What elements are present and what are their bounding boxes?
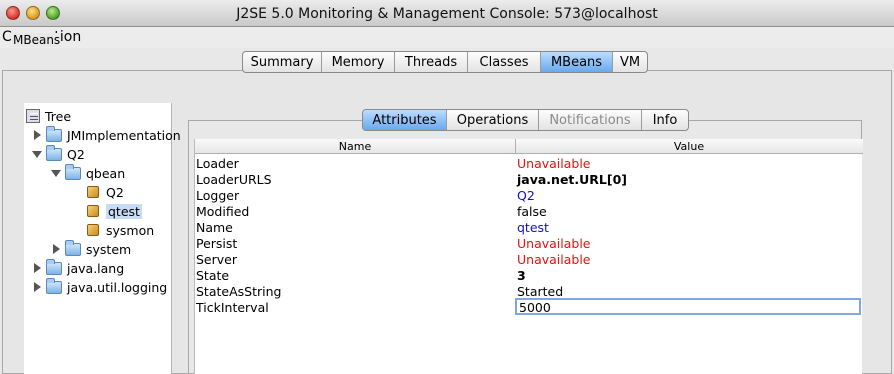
attribute-name: Persist: [196, 236, 238, 251]
menu-bar: Connection: [0, 27, 894, 48]
expand-triangle-icon[interactable]: [32, 282, 42, 292]
folder-icon: [46, 258, 62, 275]
tree-node-java-lang[interactable]: java.lang: [32, 258, 125, 277]
attribute-value[interactable]: Q2: [517, 188, 535, 203]
table-row[interactable]: Modified false: [195, 203, 863, 219]
folder-icon: [46, 277, 62, 294]
tab-info[interactable]: Info: [642, 110, 688, 130]
attribute-name: TickInterval: [196, 300, 269, 315]
table-row[interactable]: TickInterval 5000: [195, 298, 863, 315]
window-title: J2SE 5.0 Monitoring & Management Console…: [236, 6, 658, 22]
folder-icon: [46, 125, 62, 142]
table-row[interactable]: State 3: [195, 267, 863, 283]
mbeans-panel-label: MBeans: [12, 33, 62, 47]
tree-node-jmimplementation[interactable]: JMImplementation: [32, 125, 181, 144]
tree-node-q2[interactable]: Q2: [32, 144, 85, 163]
attribute-value[interactable]: java.net.URL[0]: [517, 172, 627, 187]
tree-node-label: sysmon: [106, 222, 155, 238]
table-row[interactable]: LoaderURLS java.net.URL[0]: [195, 171, 863, 187]
tree-node-label: qbean: [86, 165, 126, 181]
folder-icon: [46, 144, 62, 161]
tab-attributes[interactable]: Attributes: [363, 110, 447, 130]
collapse-triangle-icon[interactable]: [51, 168, 61, 178]
column-header-value[interactable]: Value: [516, 140, 862, 153]
tree-node-system[interactable]: system: [51, 239, 132, 258]
collapse-triangle-icon[interactable]: [32, 149, 42, 159]
title-bar: J2SE 5.0 Monitoring & Management Console…: [0, 0, 894, 27]
attribute-name: State: [196, 268, 230, 283]
tree-node-label-selected: qtest: [106, 203, 142, 219]
attribute-name: Logger: [196, 188, 240, 203]
tree-node-java-util-logging[interactable]: java.util.logging: [32, 277, 168, 296]
tree-node-qtest[interactable]: qtest: [87, 202, 142, 220]
table-row[interactable]: Persist Unavailable: [195, 235, 863, 251]
table-row[interactable]: Logger Q2: [195, 187, 863, 203]
bean-icon: [87, 205, 99, 217]
mbean-tab-bar: Attributes Operations Notifications Info: [362, 109, 689, 131]
tree-node-label: JMImplementation: [67, 127, 181, 143]
tree-node-label: java.util.logging: [67, 279, 168, 295]
tab-operations[interactable]: Operations: [447, 110, 539, 130]
attribute-value: Unavailable: [517, 252, 591, 267]
tab-vm[interactable]: VM: [613, 52, 647, 72]
tab-classes[interactable]: Classes: [468, 52, 541, 72]
table-header: Name Value: [195, 139, 863, 154]
attribute-name: Modified: [196, 204, 250, 219]
bean-icon: [87, 186, 99, 198]
attribute-value: Unavailable: [517, 156, 591, 171]
table-row[interactable]: StateAsString Started: [195, 283, 863, 299]
tree-root[interactable]: Tree: [26, 107, 71, 125]
attribute-value: Unavailable: [517, 236, 591, 251]
tree-node-label: system: [86, 241, 132, 257]
column-header-name[interactable]: Name: [195, 140, 515, 153]
tab-summary[interactable]: Summary: [243, 52, 322, 72]
attributes-table: Name Value Loader Unavailable LoaderURLS…: [194, 139, 863, 374]
attribute-name: Name: [196, 220, 233, 235]
tree-icon: [26, 109, 40, 123]
attribute-value: 3: [517, 268, 526, 283]
tree-node-q2-bean[interactable]: Q2: [87, 183, 124, 201]
expand-triangle-icon[interactable]: [32, 130, 42, 140]
tree-node-label: Q2: [67, 146, 85, 162]
expand-triangle-icon[interactable]: [32, 263, 42, 273]
tick-interval-input[interactable]: 5000: [515, 298, 861, 315]
bean-icon: [87, 224, 99, 236]
attribute-name: Server: [196, 252, 237, 267]
tree-root-label: Tree: [45, 108, 72, 124]
attribute-name: Loader: [196, 156, 239, 171]
attribute-value: Started: [517, 284, 564, 299]
mbean-tree: Tree JMImplementation Q2 qbean Q2 qtest …: [24, 103, 181, 374]
tree-node-label: java.lang: [67, 260, 125, 276]
tab-threads[interactable]: Threads: [395, 52, 468, 72]
tab-mbeans[interactable]: MBeans: [541, 52, 613, 72]
tab-notifications: Notifications: [539, 110, 642, 130]
tree-node-sysmon[interactable]: sysmon: [87, 221, 154, 239]
tab-memory[interactable]: Memory: [322, 52, 395, 72]
attribute-name: LoaderURLS: [196, 172, 272, 187]
folder-icon: [65, 239, 81, 256]
tree-node-qbean[interactable]: qbean: [51, 163, 126, 182]
folder-icon: [65, 163, 81, 180]
attribute-value: false: [517, 204, 547, 219]
main-tab-bar: Summary Memory Threads Classes MBeans VM: [242, 51, 648, 73]
attribute-value[interactable]: qtest: [517, 220, 549, 235]
expand-triangle-icon[interactable]: [51, 244, 61, 254]
table-row[interactable]: Loader Unavailable: [195, 155, 863, 171]
table-row[interactable]: Name qtest: [195, 219, 863, 235]
table-row[interactable]: Server Unavailable: [195, 251, 863, 267]
tree-node-label: Q2: [106, 184, 124, 200]
attribute-name: StateAsString: [196, 284, 282, 299]
